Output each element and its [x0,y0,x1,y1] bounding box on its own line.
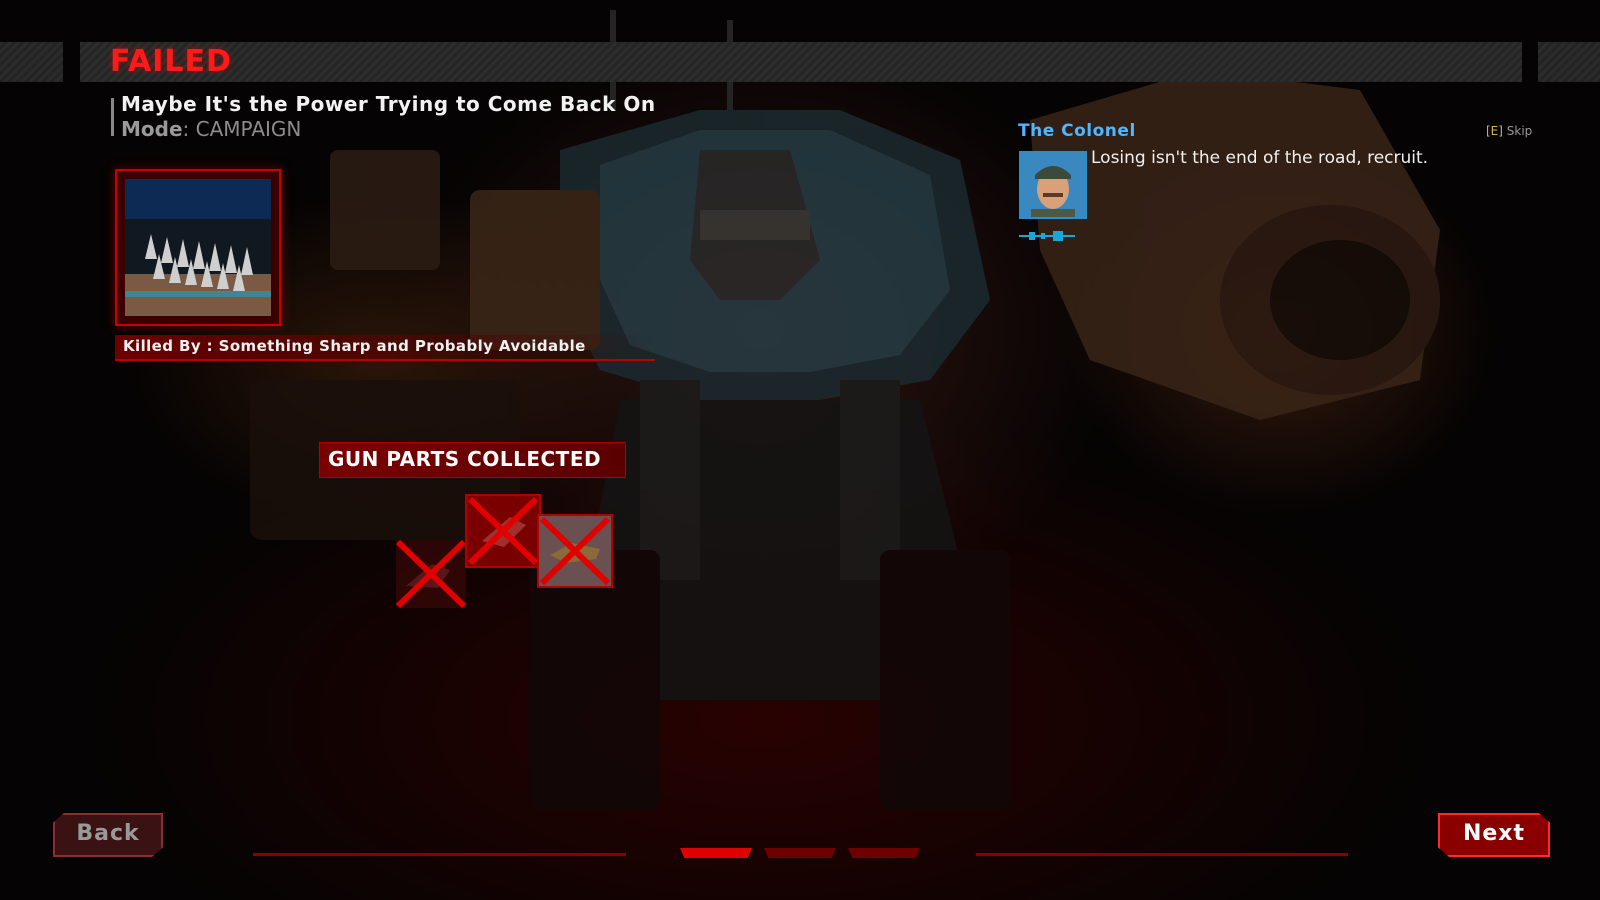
colonel-portrait-avatar [1019,151,1087,219]
page-indicator-segment-2 [764,848,836,858]
skip-button[interactable]: [E] Skip [1486,124,1532,138]
level-accent-bar [111,98,114,136]
status-failed-title: FAILED [110,44,232,79]
back-button-label: Back [76,821,140,846]
page-indicator-segment-1 [680,848,752,858]
gun-part-1 [392,536,470,612]
level-title: Maybe It's the Power Trying to Come Back… [121,92,656,116]
mode-label: Mode [121,117,183,141]
killed-by-caption: Killed By : Something Sharp and Probably… [115,335,655,361]
voice-waveform-icon [1019,231,1075,241]
next-button[interactable]: Next [1438,813,1550,857]
mode-value: CAMPAIGN [195,117,302,141]
skip-key: [E] [1486,124,1503,138]
spike-trap-image [125,179,271,316]
gun-parts-banner: GUN PARTS COLLECTED [319,442,626,478]
gun-parts-title: GUN PARTS COLLECTED [328,447,602,471]
bottom-divider-left [253,853,626,856]
dialogue-text: Losing isn't the end of the road, recrui… [1091,148,1429,168]
next-button-label: Next [1462,821,1526,846]
page-indicator-segment-3 [848,848,920,858]
bottom-divider-right [976,853,1348,856]
gun-part-3 [536,513,614,589]
speaker-name: The Colonel [1018,121,1136,141]
mode-line: Mode: CAMPAIGN [121,117,302,141]
killed-by-thumbnail [115,169,281,326]
header-strip-right [1538,42,1600,82]
killed-by-label: Killed By : Something Sharp and Probably… [123,337,586,355]
gun-part-2 [464,493,542,569]
back-button[interactable]: Back [53,813,163,857]
skip-label: Skip [1506,124,1533,138]
header-strip-left [0,42,63,82]
header-bar [80,42,1522,82]
